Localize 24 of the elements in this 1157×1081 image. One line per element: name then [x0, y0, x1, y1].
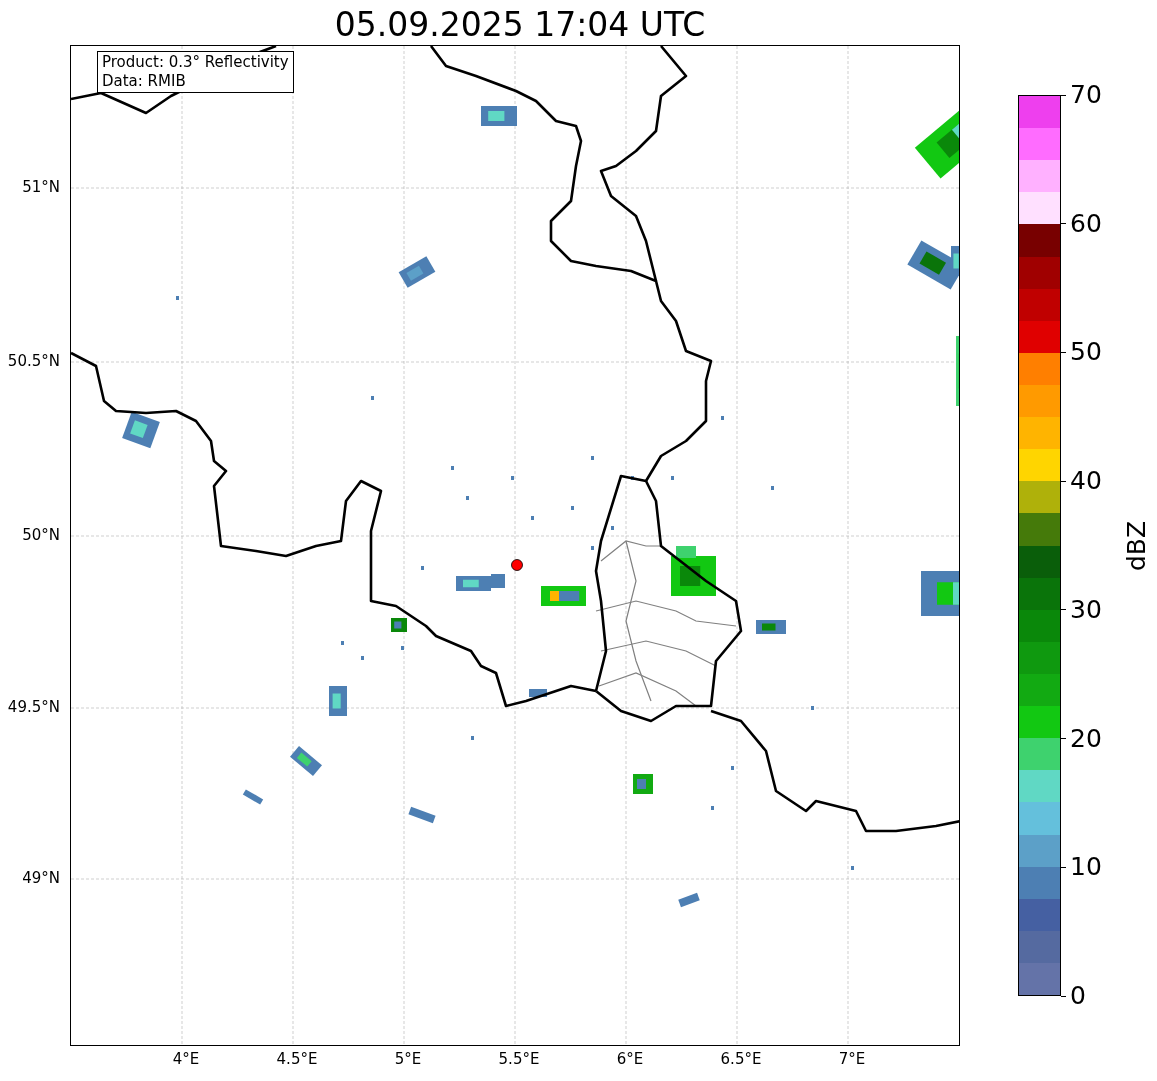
longitude-label: 4.5°E	[276, 1050, 318, 1068]
longitude-label: 4°E	[172, 1050, 200, 1068]
latitude-label: 50°N	[22, 526, 60, 544]
longitude-label: 5°E	[394, 1050, 422, 1068]
info-text: Product: 0.3° Reflectivity	[101, 53, 289, 72]
colorbar-tick-label: 70	[1070, 81, 1102, 109]
colorbar-tick-label: 50	[1070, 338, 1102, 367]
latitude-label: 51°N	[22, 178, 60, 196]
colorbar-tick-label: 60	[1070, 209, 1102, 238]
colorbar-tick-label: 0	[1070, 982, 1086, 1010]
colorbar-label: dBZ	[1123, 520, 1151, 571]
colorbar-tick-label: 30	[1070, 595, 1102, 624]
longitude-label: 6.5°E	[720, 1050, 762, 1068]
colorbar-tick-label: 20	[1070, 724, 1102, 753]
latitude-label: 50.5°N	[7, 352, 60, 370]
chart-title: 05.09.2025 17:04 UTC	[334, 5, 706, 45]
latitude-label: 49.5°N	[7, 698, 60, 716]
colorbar-tick-label: 10	[1070, 853, 1102, 882]
info-text: Data: RMIB	[101, 72, 187, 91]
longitude-label: 7°E	[838, 1050, 866, 1068]
colorbar-tick-label: 40	[1070, 467, 1102, 496]
longitude-label: 6°E	[616, 1050, 644, 1068]
longitude-label: 5.5°E	[498, 1050, 540, 1068]
latitude-label: 49°N	[22, 869, 60, 887]
